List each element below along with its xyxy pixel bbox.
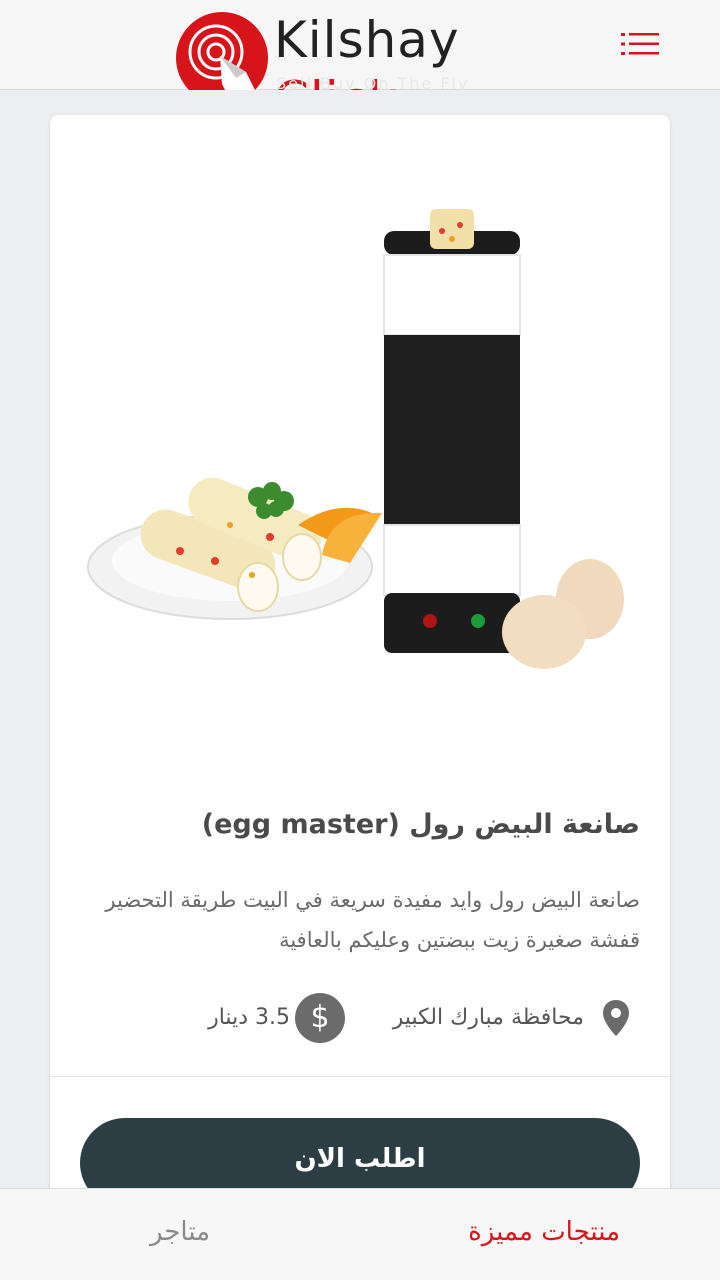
bottom-nav: منتجات مميزة متاجر [0,1188,720,1280]
tab-stores[interactable]: متاجر [150,1207,210,1257]
dollar-icon: $ [295,993,345,1043]
menu-icon[interactable] [620,30,660,58]
tab-featured-products[interactable]: منتجات مميزة [468,1207,620,1257]
app-header: Kilshay Click Sell Buy On The Fly [0,0,720,90]
map-pin-icon [600,998,632,1038]
location-text: محافظة مبارك الكبير [392,1005,584,1030]
product-meta: محافظة مبارك الكبير $ 3.5 دينار [50,990,670,1046]
logo-badge-icon [176,12,268,90]
logo-tagline: Sell Buy On The Fly [276,74,470,90]
logo-word-kilshay: Kilshay [274,11,460,69]
divider [50,1076,670,1077]
logo[interactable]: Kilshay Click Sell Buy On The Fly [176,10,576,90]
product-title: صانعة البيض رول (egg master) [201,809,640,840]
product-description: صانعة البيض رول وايد مفيدة سريعة في البي… [105,888,640,952]
price-text: 3.5 دينار [208,1005,290,1030]
product-image[interactable] [80,195,640,795]
product-card: صانعة البيض رول (egg master) صانعة البيض… [50,115,670,1215]
